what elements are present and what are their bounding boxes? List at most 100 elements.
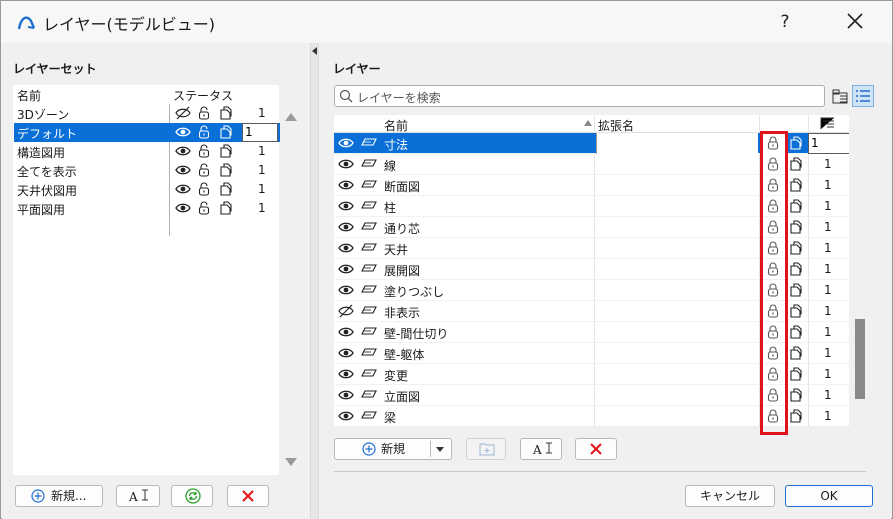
- layer-set-row[interactable]: 構造図用 1: [14, 142, 280, 161]
- document-icon[interactable]: [789, 199, 805, 213]
- layer-name: 梁: [384, 411, 397, 425]
- layer-set-row[interactable]: 天井伏図用 1: [14, 180, 280, 199]
- document-icon[interactable]: [219, 201, 235, 215]
- pen-number-field[interactable]: 1: [242, 123, 278, 142]
- scroll-down-icon[interactable]: [285, 458, 297, 466]
- document-icon[interactable]: [789, 220, 805, 234]
- pen-number: 1: [824, 409, 832, 423]
- eye-icon[interactable]: [175, 201, 191, 215]
- eye-hidden-icon[interactable]: [175, 106, 191, 120]
- document-icon[interactable]: [789, 409, 805, 423]
- eye-icon[interactable]: [338, 157, 354, 171]
- layer-extension-cell[interactable]: [596, 301, 758, 322]
- document-icon[interactable]: [789, 262, 805, 276]
- lock-open-icon[interactable]: [197, 163, 213, 177]
- layer-scrollbar[interactable]: [855, 319, 865, 399]
- layer-set-row[interactable]: 平面図用 1: [14, 199, 280, 218]
- document-icon[interactable]: [789, 157, 805, 171]
- eye-icon[interactable]: [338, 283, 354, 297]
- eye-icon[interactable]: [175, 163, 191, 177]
- new-layer-set-button[interactable]: 新規...: [15, 485, 103, 507]
- layer-extension-cell[interactable]: [596, 343, 758, 364]
- lock-open-icon[interactable]: [197, 182, 213, 196]
- document-icon[interactable]: [789, 388, 805, 402]
- lock-open-icon[interactable]: [197, 106, 213, 120]
- close-icon[interactable]: [839, 9, 871, 35]
- document-icon[interactable]: [789, 136, 805, 150]
- pen-number: 1: [824, 262, 832, 276]
- layer-extension-cell[interactable]: [596, 154, 758, 175]
- lock-open-icon[interactable]: [197, 144, 213, 158]
- layer-icon: [361, 220, 377, 234]
- layer-extension-cell[interactable]: [596, 238, 758, 259]
- layer-extension-cell[interactable]: [596, 364, 758, 385]
- rename-layer-set-button[interactable]: A: [116, 485, 160, 507]
- document-icon[interactable]: [789, 283, 805, 297]
- eye-icon[interactable]: [338, 325, 354, 339]
- eye-icon[interactable]: [338, 346, 354, 360]
- new-layer-button[interactable]: 新規: [334, 438, 452, 460]
- layer-extension-cell[interactable]: [596, 196, 758, 217]
- eye-icon[interactable]: [338, 388, 354, 402]
- pen-number: 1: [824, 178, 832, 192]
- layer-set-row[interactable]: デフォルト 1: [14, 123, 280, 142]
- eye-icon[interactable]: [338, 367, 354, 381]
- dropdown-arrow-icon[interactable]: [436, 447, 444, 452]
- eye-icon[interactable]: [338, 409, 354, 423]
- list-view-icon[interactable]: [852, 85, 874, 107]
- document-icon[interactable]: [789, 367, 805, 381]
- collapse-arrow-icon[interactable]: [312, 47, 317, 55]
- layer-extension-cell[interactable]: [596, 217, 758, 238]
- layer-set-row[interactable]: 3Dゾーン 1: [14, 104, 280, 123]
- document-icon[interactable]: [789, 304, 805, 318]
- layer-extension-cell[interactable]: [596, 280, 758, 301]
- help-button[interactable]: ?: [771, 9, 799, 35]
- pen-number: 1: [824, 283, 832, 297]
- lock-open-icon[interactable]: [197, 125, 213, 139]
- delete-layer-set-button[interactable]: [227, 485, 269, 507]
- layer-name: 寸法: [384, 138, 409, 152]
- document-icon[interactable]: [219, 163, 235, 177]
- layer-search-field[interactable]: レイヤーを検索: [334, 85, 825, 107]
- layer-extension-cell[interactable]: [596, 175, 758, 196]
- eye-icon[interactable]: [175, 144, 191, 158]
- pen-number-field[interactable]: 1: [808, 133, 849, 154]
- pen-number: 1: [258, 106, 266, 120]
- update-layer-set-button[interactable]: [171, 485, 213, 507]
- rename-layer-button[interactable]: A: [520, 438, 562, 460]
- sort-ascending-icon[interactable]: [584, 120, 592, 126]
- document-icon[interactable]: [789, 325, 805, 339]
- document-icon[interactable]: [789, 346, 805, 360]
- document-icon[interactable]: [789, 241, 805, 255]
- document-icon[interactable]: [219, 106, 235, 120]
- eye-icon[interactable]: [175, 125, 191, 139]
- layer-set-row[interactable]: 全てを表示 1: [14, 161, 280, 180]
- cancel-button[interactable]: キャンセル: [685, 485, 775, 507]
- eye-icon[interactable]: [338, 241, 354, 255]
- add-to-folder-button[interactable]: [466, 438, 506, 460]
- layer-extension-cell[interactable]: [596, 322, 758, 343]
- eye-icon[interactable]: [338, 220, 354, 234]
- scroll-up-icon[interactable]: [285, 113, 297, 121]
- document-icon[interactable]: [219, 182, 235, 196]
- eye-icon[interactable]: [338, 199, 354, 213]
- layer-extension-cell[interactable]: [596, 406, 758, 426]
- delete-layer-button[interactable]: [575, 438, 617, 460]
- eye-icon[interactable]: [175, 182, 191, 196]
- ok-button[interactable]: OK: [785, 485, 873, 507]
- layer-extension-cell[interactable]: [596, 259, 758, 280]
- refresh-icon: [185, 488, 201, 504]
- eye-hidden-icon[interactable]: [338, 304, 354, 318]
- eye-icon[interactable]: [338, 136, 354, 150]
- eye-icon[interactable]: [338, 262, 354, 276]
- rename-label: A: [533, 443, 542, 457]
- document-icon[interactable]: [219, 144, 235, 158]
- layer-extension-cell[interactable]: [596, 385, 758, 406]
- eye-icon[interactable]: [338, 178, 354, 192]
- layer-extension-cell[interactable]: [596, 133, 758, 154]
- pane-divider[interactable]: [310, 43, 319, 519]
- lock-open-icon[interactable]: [197, 201, 213, 215]
- folder-view-icon[interactable]: [831, 87, 851, 107]
- document-icon[interactable]: [219, 125, 235, 139]
- document-icon[interactable]: [789, 178, 805, 192]
